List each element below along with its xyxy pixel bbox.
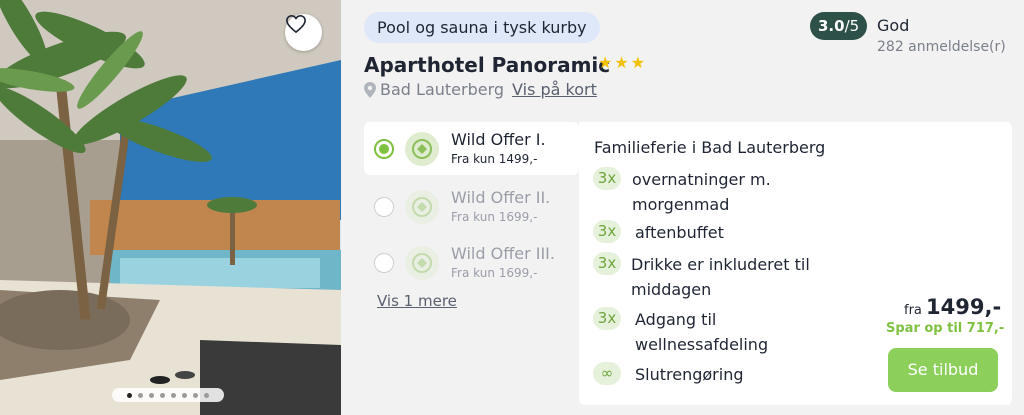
carousel-dot[interactable] bbox=[182, 392, 187, 398]
hotel-photo[interactable] bbox=[0, 0, 341, 415]
rating-badge: 3.0/5 bbox=[810, 12, 868, 40]
offer-title: Wild Offer III. bbox=[451, 244, 555, 263]
offer-radio[interactable] bbox=[374, 197, 394, 217]
feature-item: 3x overnatninger m. morgenmad bbox=[593, 167, 837, 217]
carousel-pagination bbox=[112, 388, 224, 402]
carousel-dot[interactable] bbox=[138, 392, 143, 398]
star-rating: ★ ★ ★ bbox=[598, 54, 645, 72]
offer-radio-selected[interactable] bbox=[374, 139, 394, 159]
rating-score: 3.0 bbox=[818, 17, 845, 35]
hotel-location: Bad Lauterberg Vis på kort bbox=[364, 80, 597, 99]
feature-item: ∞ Slutrengøring bbox=[593, 362, 840, 387]
hotel-tag: Pool og sauna i tysk kurby bbox=[364, 12, 600, 43]
carousel-dot[interactable] bbox=[193, 392, 198, 398]
favorite-button[interactable] bbox=[285, 14, 322, 51]
carousel-dot[interactable] bbox=[149, 392, 154, 398]
carousel-dot[interactable] bbox=[127, 392, 132, 398]
offer-title: Wild Offer I. bbox=[451, 130, 546, 149]
feature-text: aftenbuffet bbox=[635, 223, 724, 242]
feature-quantity: 3x bbox=[593, 307, 621, 330]
feature-text: overnatninger m. morgenmad bbox=[632, 170, 771, 214]
carousel-dot[interactable] bbox=[204, 392, 209, 398]
rating-scale: /5 bbox=[844, 17, 860, 35]
star-icon: ★ bbox=[614, 53, 629, 72]
carousel-dot[interactable] bbox=[160, 392, 165, 398]
heart-icon bbox=[286, 15, 306, 33]
feature-text: Drikke er inkluderet til middagen bbox=[631, 255, 810, 299]
offer-radio[interactable] bbox=[374, 253, 394, 273]
savings-text: Spar op til 717,- bbox=[886, 321, 1005, 336]
feature-quantity: 3x bbox=[593, 220, 621, 243]
feature-quantity: 3x bbox=[593, 167, 621, 190]
offer-price: Fra kun 1699,- bbox=[451, 210, 538, 224]
offer-logo-icon bbox=[405, 246, 439, 280]
feature-item: 3x aftenbuffet bbox=[593, 220, 840, 245]
offer-title: Wild Offer II. bbox=[451, 188, 551, 207]
show-on-map-link[interactable]: Vis på kort bbox=[512, 80, 597, 99]
feature-item: 3x Drikke er inkluderet til middagen bbox=[593, 252, 836, 302]
offer-details-title: Familieferie i Bad Lauterberg bbox=[594, 138, 826, 157]
feature-item: 3x Adgang til wellnessafdeling bbox=[593, 307, 840, 357]
carousel-dot[interactable] bbox=[171, 392, 176, 398]
hotel-card: Pool og sauna i tysk kurby Aparthotel Pa… bbox=[0, 0, 1024, 415]
offer-option-1[interactable]: Wild Offer I. Fra kun 1499,- bbox=[364, 122, 579, 175]
feature-quantity: 3x bbox=[593, 252, 621, 275]
offer-logo-icon bbox=[405, 190, 439, 224]
offer-option-2[interactable]: Wild Offer II. Fra kun 1699,- bbox=[364, 180, 579, 233]
hotel-name[interactable]: Aparthotel Panoramic bbox=[364, 53, 610, 77]
price-block: fra 1499,- bbox=[904, 295, 1001, 319]
offer-details-panel: Familieferie i Bad Lauterberg 3x overnat… bbox=[579, 122, 1012, 405]
feature-text: Slutrengøring bbox=[635, 365, 744, 384]
offer-price: Fra kun 1699,- bbox=[451, 266, 538, 280]
map-pin-icon bbox=[364, 81, 376, 98]
show-more-offers-link[interactable]: Vis 1 mere bbox=[377, 292, 457, 310]
price-prefix: fra bbox=[904, 303, 922, 318]
price-value: 1499,- bbox=[926, 295, 1002, 319]
star-icon: ★ bbox=[630, 53, 646, 72]
feature-text: Adgang til wellnessafdeling bbox=[635, 310, 769, 354]
pool-image bbox=[0, 0, 341, 415]
offer-price: Fra kun 1499,- bbox=[451, 152, 538, 166]
review-count-link[interactable]: 282 anmeldelse(r) bbox=[877, 39, 1006, 55]
star-icon: ★ bbox=[598, 53, 613, 72]
feature-quantity: ∞ bbox=[593, 362, 621, 385]
offer-option-3[interactable]: Wild Offer III. Fra kun 1699,- bbox=[364, 236, 579, 289]
rating-label: God bbox=[877, 16, 910, 35]
location-name: Bad Lauterberg bbox=[380, 80, 505, 99]
offer-logo-icon bbox=[405, 132, 439, 166]
see-offer-button[interactable]: Se tilbud bbox=[888, 348, 998, 392]
